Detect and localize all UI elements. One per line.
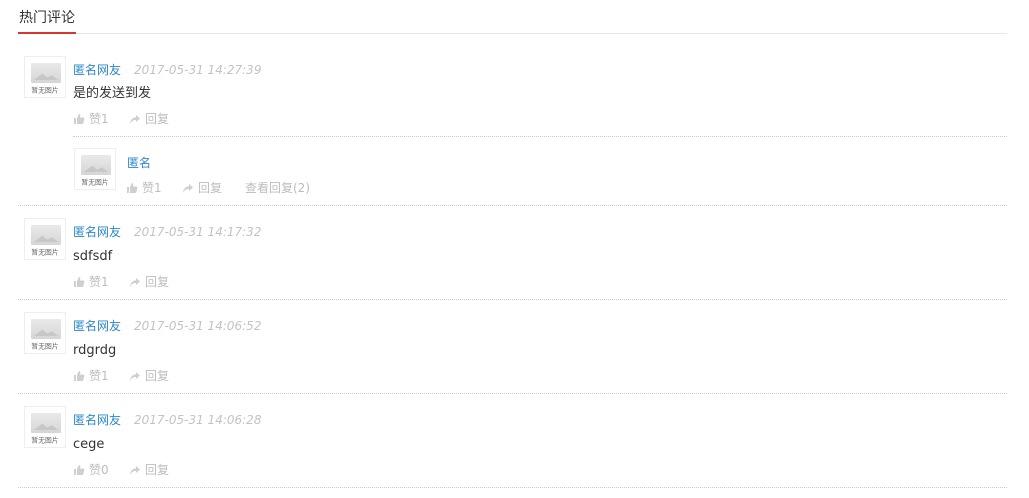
avatar[interactable]: 暂无图片 (24, 406, 66, 448)
comment-author[interactable]: 匿名网友 (73, 224, 121, 240)
reply-reply-button[interactable]: 回复 (182, 180, 222, 196)
comment-text: cege (73, 437, 105, 452)
avatar-caption: 暂无图片 (31, 86, 59, 95)
like-count: 赞1 (142, 181, 162, 195)
placeholder-image-icon (31, 63, 61, 83)
comment-author[interactable]: 匿名网友 (73, 412, 121, 428)
comment-item: 暂无图片 匿名网友 2017-05-31 14:06:28 cege 赞0 回复 (18, 394, 1007, 488)
avatar-caption: 暂无图片 (31, 342, 59, 351)
avatar[interactable]: 暂无图片 (24, 312, 66, 354)
reply-arrow-icon (130, 372, 140, 381)
comments-header: 热门评论 (18, 0, 1007, 34)
avatar-caption: 暂无图片 (31, 248, 59, 257)
comment-text: sdfsdf (73, 249, 113, 264)
placeholder-image-icon (81, 155, 111, 175)
placeholder-image-icon (31, 319, 61, 339)
comment-author[interactable]: 匿名网友 (73, 62, 121, 78)
like-button[interactable]: 赞1 (73, 274, 109, 290)
comment-time: 2017-05-31 14:17:32 (134, 225, 262, 239)
reply-button[interactable]: 回复 (129, 111, 169, 127)
avatar[interactable]: 暂无图片 (24, 56, 66, 98)
reply-button[interactable]: 回复 (129, 274, 169, 290)
thumbs-up-icon (127, 183, 138, 193)
like-count: 赞1 (89, 275, 109, 289)
thumbs-up-icon (74, 114, 85, 124)
like-button[interactable]: 赞0 (73, 462, 109, 478)
reply-label: 回复 (198, 181, 223, 195)
section-title[interactable]: 热门评论 (18, 8, 76, 34)
comment-text: 是的发送到发 (73, 86, 152, 101)
comment-author[interactable]: 匿名网友 (73, 318, 121, 334)
reply-arrow-icon (183, 184, 193, 193)
comment-divider (18, 487, 1007, 488)
thumbs-up-icon (74, 371, 85, 381)
view-replies-link[interactable]: 查看回复(2) (245, 180, 310, 196)
comment-item: 暂无图片 匿名网友 2017-05-31 14:06:52 rdgrdg 赞1 … (18, 300, 1007, 394)
thumbs-up-icon (74, 277, 85, 287)
like-count: 赞0 (89, 463, 109, 477)
avatar-caption: 暂无图片 (31, 436, 59, 445)
reply-label: 回复 (145, 463, 170, 477)
reply-author[interactable]: 匿名 (127, 155, 151, 171)
reply-label: 回复 (145, 112, 170, 126)
thumbs-up-icon (74, 465, 85, 475)
comment-item: 暂无图片 匿名网友 2017-05-31 14:17:32 sdfsdf 赞1 … (18, 206, 1007, 300)
comment-time: 2017-05-31 14:06:28 (134, 413, 262, 427)
reply-button[interactable]: 回复 (129, 462, 169, 478)
comment-time: 2017-05-31 14:27:39 (134, 63, 262, 77)
reply-button[interactable]: 回复 (129, 368, 169, 384)
placeholder-image-icon (31, 225, 61, 245)
comment-text: rdgrdg (73, 343, 117, 358)
like-count: 赞1 (89, 369, 109, 383)
reply-avatar[interactable]: 暂无图片 (74, 148, 116, 190)
avatar[interactable]: 暂无图片 (24, 218, 66, 260)
reply-arrow-icon (130, 278, 140, 287)
reply-divider (73, 136, 1007, 137)
comment-item: 暂无图片 匿名网友 2017-05-31 14:27:39 是的发送到发 赞1 … (18, 34, 1007, 206)
placeholder-image-icon (31, 413, 61, 433)
hot-comments-panel: 热门评论 暂无图片 匿名网友 2017-05-31 14:27:39 是的发送到… (0, 0, 1029, 498)
reply-label: 回复 (145, 275, 170, 289)
comment-time: 2017-05-31 14:06:52 (134, 319, 262, 333)
reply-arrow-icon (130, 466, 140, 475)
avatar-caption: 暂无图片 (81, 178, 109, 187)
like-button[interactable]: 赞1 (73, 111, 109, 127)
like-button[interactable]: 赞1 (73, 368, 109, 384)
reply-label: 回复 (145, 369, 170, 383)
reply-arrow-icon (130, 115, 140, 124)
reply-like-button[interactable]: 赞1 (126, 180, 162, 196)
like-count: 赞1 (89, 112, 109, 126)
